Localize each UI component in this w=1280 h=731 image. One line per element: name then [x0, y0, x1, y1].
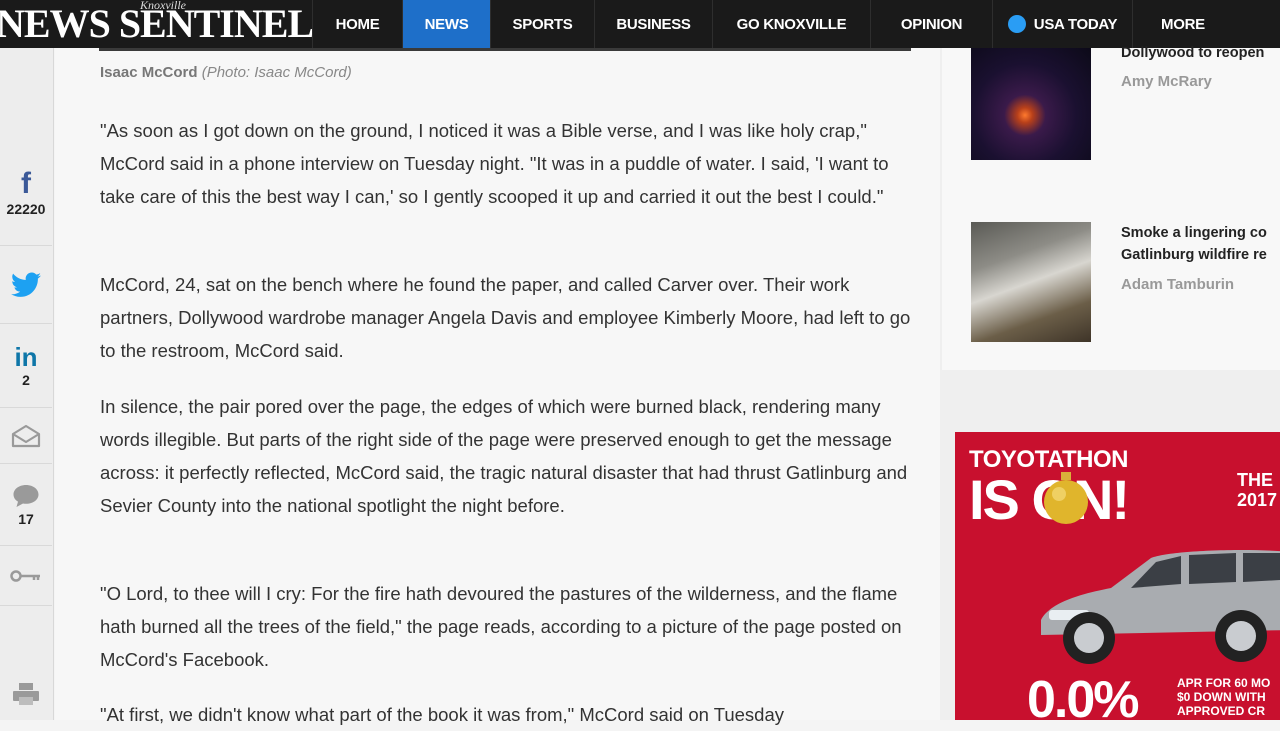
nav-home-label: HOME	[335, 15, 380, 33]
print-button[interactable]	[0, 668, 52, 720]
key-icon	[10, 569, 40, 582]
nav-go-knoxville[interactable]: GO KNOXVILLE	[712, 0, 870, 48]
ad-terms: APR FOR 60 MO $0 DOWN WITH APPROVED CR	[1177, 676, 1270, 718]
article-paragraph: McCord, 24, sat on the bench where he fo…	[100, 274, 911, 361]
ornament-icon	[1044, 472, 1088, 524]
ad-side-text: THE 2017	[1237, 470, 1277, 510]
top-nav-bar: Knoxville NEWS SENTINEL HOME NEWS SPORTS…	[0, 0, 1280, 48]
story-title[interactable]: Dollywood to reopen	[1121, 42, 1264, 64]
nav-go-knoxville-label: GO KNOXVILLE	[736, 15, 847, 33]
comments-count: 17	[18, 510, 34, 527]
nav-business-label: BUSINESS	[616, 15, 691, 33]
nav-news[interactable]: NEWS	[402, 0, 490, 48]
story-title[interactable]: Smoke a lingering co Gatlinburg wildfire…	[1121, 222, 1267, 266]
permalink-button[interactable]	[0, 546, 52, 606]
car-image	[1041, 550, 1280, 664]
facebook-icon: f	[21, 166, 31, 200]
related-stories: Dollywood to reopen Amy McRary Smoke a l…	[942, 45, 1280, 370]
photo-caption: Isaac McCord (Photo: Isaac McCord)	[100, 64, 352, 81]
story-author: Amy McRary	[1121, 73, 1212, 90]
linkedin-count: 2	[22, 371, 30, 388]
email-icon	[11, 424, 41, 447]
caption-credit: (Photo: Isaac McCord)	[201, 64, 352, 81]
nav-opinion-label: OPINION	[900, 15, 963, 33]
facebook-share-button[interactable]: f 22220	[0, 140, 52, 246]
article-paragraph: "O Lord, to thee will I cry: For the fir…	[100, 583, 902, 670]
site-logo[interactable]: Knoxville NEWS SENTINEL	[0, 0, 312, 48]
ad-terms-line: APR FOR 60 MO	[1177, 676, 1271, 690]
nav-news-label: NEWS	[424, 15, 469, 33]
linkedin-icon: in	[14, 341, 38, 372]
story-thumbnail[interactable]	[971, 48, 1091, 160]
nav-business[interactable]: BUSINESS	[594, 0, 712, 48]
story-thumbnail[interactable]	[971, 222, 1091, 342]
article-paragraph: "At first, we didn't know what part of t…	[100, 704, 784, 725]
logo-title: NEWS SENTINEL	[0, 1, 312, 46]
linkedin-share-button[interactable]: in 2	[0, 324, 52, 408]
facebook-count: 22220	[6, 200, 46, 217]
ad-rate: 0.0%	[1027, 671, 1140, 720]
article-body: Isaac McCord (Photo: Isaac McCord) "As s…	[55, 48, 940, 725]
story-title-line: Smoke a lingering co	[1121, 225, 1267, 241]
nav-opinion[interactable]: OPINION	[870, 0, 992, 48]
caption-author: Isaac McCord	[100, 64, 198, 81]
ad-terms-line: APPROVED CR	[1177, 704, 1266, 718]
nav-more-label: MORE	[1161, 15, 1205, 33]
comment-bubble-icon	[13, 484, 39, 507]
article-paragraph: In silence, the pair pored over the page…	[100, 396, 908, 516]
ad-side-line: THE	[1237, 470, 1273, 490]
nav-home[interactable]: HOME	[312, 0, 402, 48]
email-share-button[interactable]	[0, 408, 52, 464]
nav-usa-today[interactable]: USA TODAY	[992, 0, 1132, 48]
story-author: Adam Tamburin	[1121, 276, 1235, 293]
share-rail: f 22220 in 2 17	[0, 48, 54, 720]
twitter-icon	[11, 272, 41, 297]
nav-usa-today-label: USA TODAY	[1033, 15, 1118, 33]
article-paragraph: "As soon as I got down on the ground, I …	[100, 120, 889, 207]
story-title-line: Gatlinburg wildfire re	[1121, 247, 1267, 263]
nav-sports-label: SPORTS	[512, 15, 573, 33]
photo-bottom-edge	[99, 48, 911, 51]
nav-sports[interactable]: SPORTS	[490, 0, 594, 48]
twitter-share-button[interactable]	[0, 246, 52, 324]
comments-button[interactable]: 17	[0, 464, 52, 546]
ad-side-line: 2017	[1237, 490, 1278, 510]
toyota-ad[interactable]: TOYOTATHON IS ON! THE2017 0.0% APR FOR 6…	[955, 432, 1280, 720]
usa-today-globe-icon	[1007, 15, 1026, 33]
main-nav: HOME NEWS SPORTS BUSINESS GO KNOXVILLE O…	[312, 0, 1280, 48]
printer-icon	[13, 683, 39, 705]
ad-terms-line: $0 DOWN WITH	[1177, 690, 1266, 704]
nav-more[interactable]: MORE	[1132, 0, 1280, 48]
